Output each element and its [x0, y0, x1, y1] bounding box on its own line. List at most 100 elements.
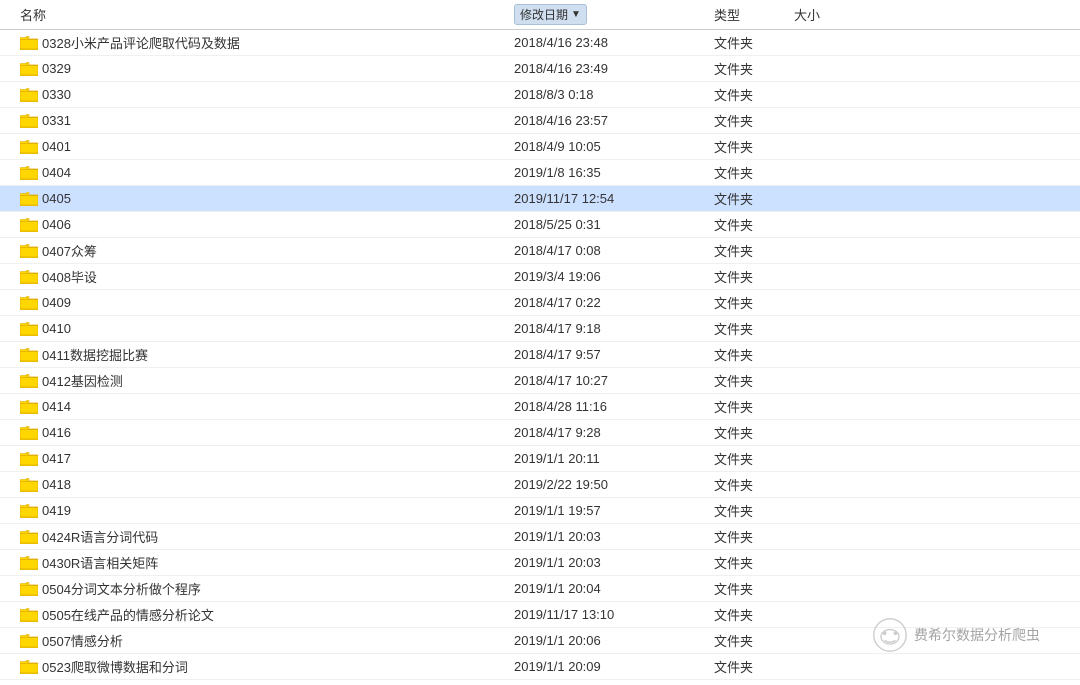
file-name-cell: 0404	[0, 165, 510, 180]
table-row[interactable]: 0401 2018/4/9 10:05 文件夹	[0, 134, 1080, 160]
file-type-text: 文件夹	[714, 36, 753, 51]
table-row[interactable]: 0417 2019/1/1 20:11 文件夹	[0, 446, 1080, 472]
file-type-text: 文件夹	[714, 400, 753, 415]
table-row[interactable]: 0419 2019/1/1 19:57 文件夹	[0, 498, 1080, 524]
table-row[interactable]: 0411数据挖掘比赛 2018/4/17 9:57 文件夹	[0, 342, 1080, 368]
file-name-text: 0407众筹	[42, 241, 97, 260]
file-date-cell: 2018/4/16 23:49	[510, 61, 710, 76]
col-date-label: 修改日期	[520, 6, 568, 23]
file-name-text: 0405	[42, 191, 71, 206]
file-date-cell: 2018/4/17 9:57	[510, 347, 710, 362]
file-name-cell: 0424R语言分词代码	[0, 527, 510, 546]
folder-icon	[20, 62, 38, 76]
table-row[interactable]: 0406 2018/5/25 0:31 文件夹	[0, 212, 1080, 238]
file-date-cell: 2018/4/16 23:48	[510, 35, 710, 50]
file-date-text: 2018/4/17 9:28	[514, 425, 601, 440]
file-date-cell: 2019/1/1 20:04	[510, 581, 710, 596]
table-row[interactable]: 0331 2018/4/16 23:57 文件夹	[0, 108, 1080, 134]
file-name-cell: 0406	[0, 217, 510, 232]
folder-icon	[20, 244, 38, 258]
date-sort-badge[interactable]: 修改日期 ▼	[514, 4, 587, 25]
file-type-text: 文件夹	[714, 192, 753, 207]
table-row[interactable]: 0409 2018/4/17 0:22 文件夹	[0, 290, 1080, 316]
table-row[interactable]: 0424R语言分词代码 2019/1/1 20:03 文件夹	[0, 524, 1080, 550]
file-type-cell: 文件夹	[710, 33, 790, 52]
folder-icon	[20, 296, 38, 310]
table-row[interactable]: 0430R语言相关矩阵 2019/1/1 20:03 文件夹	[0, 550, 1080, 576]
file-type-text: 文件夹	[714, 114, 753, 129]
file-type-text: 文件夹	[714, 660, 753, 675]
folder-icon	[20, 426, 38, 440]
file-date-cell: 2019/3/4 19:06	[510, 269, 710, 284]
file-name-text: 0418	[42, 477, 71, 492]
table-header: 名称 修改日期 ▼ 类型 大小	[0, 0, 1080, 30]
file-date-cell: 2019/1/1 20:11	[510, 451, 710, 466]
table-row[interactable]: 0414 2018/4/28 11:16 文件夹	[0, 394, 1080, 420]
table-row[interactable]: 0410 2018/4/17 9:18 文件夹	[0, 316, 1080, 342]
file-date-text: 2018/4/16 23:49	[514, 61, 608, 76]
file-type-text: 文件夹	[714, 478, 753, 493]
folder-icon	[20, 88, 38, 102]
col-date-header[interactable]: 修改日期 ▼	[510, 4, 710, 25]
file-date-text: 2019/1/8 16:35	[514, 165, 601, 180]
folder-icon	[20, 530, 38, 544]
file-name-cell: 0405	[0, 191, 510, 206]
file-type-cell: 文件夹	[710, 605, 790, 624]
table-row[interactable]: 0416 2018/4/17 9:28 文件夹	[0, 420, 1080, 446]
file-name-text: 0410	[42, 321, 71, 336]
file-type-cell: 文件夹	[710, 163, 790, 182]
file-type-text: 文件夹	[714, 244, 753, 259]
file-type-cell: 文件夹	[710, 371, 790, 390]
folder-icon	[20, 478, 38, 492]
file-name-text: 0411数据挖掘比赛	[42, 345, 148, 364]
folder-icon	[20, 218, 38, 232]
file-date-text: 2018/4/17 0:08	[514, 243, 601, 258]
table-row[interactable]: 0507情感分析 2019/1/1 20:06 文件夹	[0, 628, 1080, 654]
file-type-text: 文件夹	[714, 556, 753, 571]
folder-icon	[20, 36, 38, 50]
folder-icon	[20, 634, 38, 648]
table-row[interactable]: 0505在线产品的情感分析论文 2019/11/17 13:10 文件夹	[0, 602, 1080, 628]
file-name-text: 0401	[42, 139, 71, 154]
file-type-text: 文件夹	[714, 166, 753, 181]
file-type-text: 文件夹	[714, 634, 753, 649]
file-type-cell: 文件夹	[710, 579, 790, 598]
file-name-text: 0330	[42, 87, 71, 102]
file-name-text: 0430R语言相关矩阵	[42, 553, 158, 572]
file-date-cell: 2019/11/17 12:54	[510, 191, 710, 206]
folder-icon	[20, 348, 38, 362]
file-name-text: 0417	[42, 451, 71, 466]
table-row[interactable]: 0407众筹 2018/4/17 0:08 文件夹	[0, 238, 1080, 264]
table-row[interactable]: 0408毕设 2019/3/4 19:06 文件夹	[0, 264, 1080, 290]
file-type-text: 文件夹	[714, 296, 753, 311]
file-name-text: 0408毕设	[42, 267, 97, 286]
file-name-cell: 0408毕设	[0, 267, 510, 286]
table-row[interactable]: 0330 2018/8/3 0:18 文件夹	[0, 82, 1080, 108]
file-date-text: 2018/4/17 9:18	[514, 321, 601, 336]
col-name-header[interactable]: 名称	[0, 5, 510, 24]
file-explorer: 名称 修改日期 ▼ 类型 大小 0328小米产品评论爬取代码及数据 2018/4…	[0, 0, 1080, 683]
file-type-cell: 文件夹	[710, 319, 790, 338]
table-row[interactable]: 0404 2019/1/8 16:35 文件夹	[0, 160, 1080, 186]
table-row[interactable]: 0329 2018/4/16 23:49 文件夹	[0, 56, 1080, 82]
folder-icon	[20, 270, 38, 284]
file-name-cell: 0410	[0, 321, 510, 336]
file-date-cell: 2019/1/1 19:57	[510, 503, 710, 518]
table-row[interactable]: 0405 2019/11/17 12:54 文件夹	[0, 186, 1080, 212]
folder-icon	[20, 582, 38, 596]
table-row[interactable]: 0412基因检测 2018/4/17 10:27 文件夹	[0, 368, 1080, 394]
file-name-text: 0419	[42, 503, 71, 518]
table-row[interactable]: 0504分词文本分析做个程序 2019/1/1 20:04 文件夹	[0, 576, 1080, 602]
file-type-cell: 文件夹	[710, 501, 790, 520]
table-row[interactable]: 0328小米产品评论爬取代码及数据 2018/4/16 23:48 文件夹	[0, 30, 1080, 56]
col-type-header[interactable]: 类型	[710, 5, 790, 24]
table-row[interactable]: 0418 2019/2/22 19:50 文件夹	[0, 472, 1080, 498]
col-size-header[interactable]: 大小	[790, 5, 870, 24]
file-name-text: 0507情感分析	[42, 631, 123, 650]
file-date-text: 2019/1/1 20:11	[514, 451, 600, 466]
folder-icon	[20, 192, 38, 206]
file-type-text: 文件夹	[714, 374, 753, 389]
file-type-text: 文件夹	[714, 322, 753, 337]
file-name-cell: 0416	[0, 425, 510, 440]
table-row[interactable]: 0523爬取微博数据和分词 2019/1/1 20:09 文件夹	[0, 654, 1080, 680]
